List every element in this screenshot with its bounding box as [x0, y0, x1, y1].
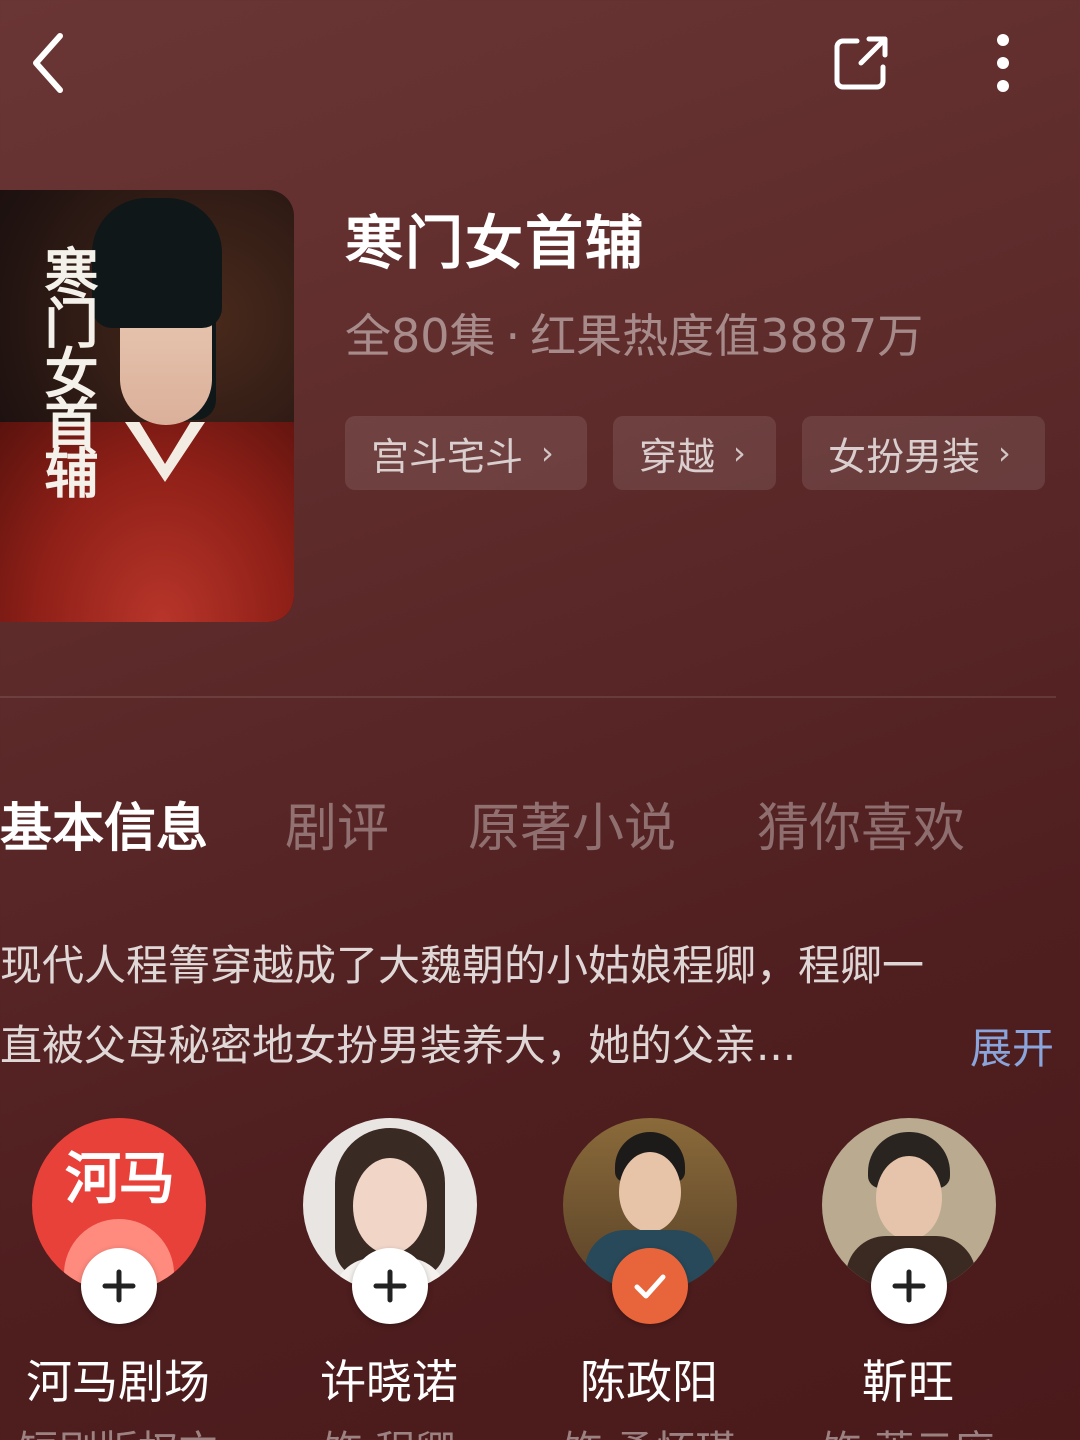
cast-role: 饰 柔怀瑾: [519, 1418, 779, 1440]
plus-icon: [892, 1269, 926, 1303]
cast-item-jin-wang[interactable]: 靳旺 饰 萧云庭: [778, 1118, 1038, 1440]
cast-role: 短剧版权方: [0, 1418, 248, 1440]
share-icon: [834, 36, 888, 90]
synopsis-line-2: 直被父母秘密地女扮男装养大，她的父亲...: [0, 1021, 797, 1070]
show-title: 寒门女首辅: [345, 209, 646, 277]
chevron-right-icon: ›: [998, 434, 1011, 472]
synopsis-line-1: 现代人程箐穿越成了大魏朝的小姑娘程卿，程卿一: [0, 941, 925, 990]
cast-name: 陈政阳: [580, 1355, 718, 1409]
tab-basic-info[interactable]: 基本信息: [0, 786, 208, 861]
plus-icon: [373, 1269, 407, 1303]
tag-gongdou[interactable]: 宫斗宅斗 ›: [345, 416, 587, 490]
follow-button[interactable]: [81, 1248, 157, 1324]
episode-count: 全80集: [345, 309, 496, 363]
tab-original-novel[interactable]: 原著小说: [468, 786, 676, 861]
heat-value: 红果热度值3887万: [530, 309, 924, 363]
more-vertical-icon: [997, 34, 1009, 92]
tag-label: 宫斗宅斗: [371, 434, 524, 479]
cast-role: 饰 程卿: [259, 1418, 519, 1440]
follow-button[interactable]: [352, 1248, 428, 1324]
cast-name: 许晓诺: [320, 1355, 458, 1409]
show-poster[interactable]: 寒门女首辅: [0, 190, 294, 622]
show-meta: 全80集 · 红果热度值3887万: [345, 300, 923, 366]
check-icon: [634, 1274, 666, 1299]
tag-label: 女扮男装: [828, 434, 981, 479]
plus-icon: [102, 1269, 136, 1303]
chevron-left-icon: [33, 33, 63, 93]
follow-button[interactable]: [871, 1248, 947, 1324]
expand-synopsis-link[interactable]: 展开: [970, 1015, 1054, 1076]
tab-recommendations[interactable]: 猜你喜欢: [757, 786, 965, 861]
more-button[interactable]: [975, 28, 1031, 98]
tab-reviews[interactable]: 剧评: [285, 786, 389, 861]
hema-logo-text: 河马: [65, 1147, 175, 1212]
tag-chuanyue[interactable]: 穿越 ›: [613, 416, 776, 490]
chevron-right-icon: ›: [733, 434, 746, 472]
cast-role: 饰 萧云庭: [778, 1418, 1038, 1440]
cast-item-xu-xiaonuo[interactable]: 许晓诺 饰 程卿: [259, 1118, 519, 1440]
share-button[interactable]: [826, 28, 896, 98]
cast-item-chen-zhengyang[interactable]: 陈政阳 饰 柔怀瑾: [519, 1118, 779, 1440]
back-button[interactable]: [18, 28, 78, 98]
tag-label: 穿越: [639, 434, 716, 479]
chevron-right-icon: ›: [541, 434, 554, 472]
tag-nvbannanzhuang[interactable]: 女扮男装 ›: [802, 416, 1045, 490]
cast-name: 河马剧场: [26, 1355, 210, 1409]
section-divider: [0, 696, 1056, 698]
poster-calligraphy: 寒门女首辅: [35, 245, 99, 495]
poster-hat: [92, 198, 222, 328]
cast-name: 靳旺: [862, 1355, 954, 1409]
cast-item-hema[interactable]: 河马 河马剧场 短剧版权方: [0, 1118, 248, 1440]
meta-separator: ·: [505, 309, 521, 363]
followed-badge[interactable]: [612, 1248, 688, 1324]
